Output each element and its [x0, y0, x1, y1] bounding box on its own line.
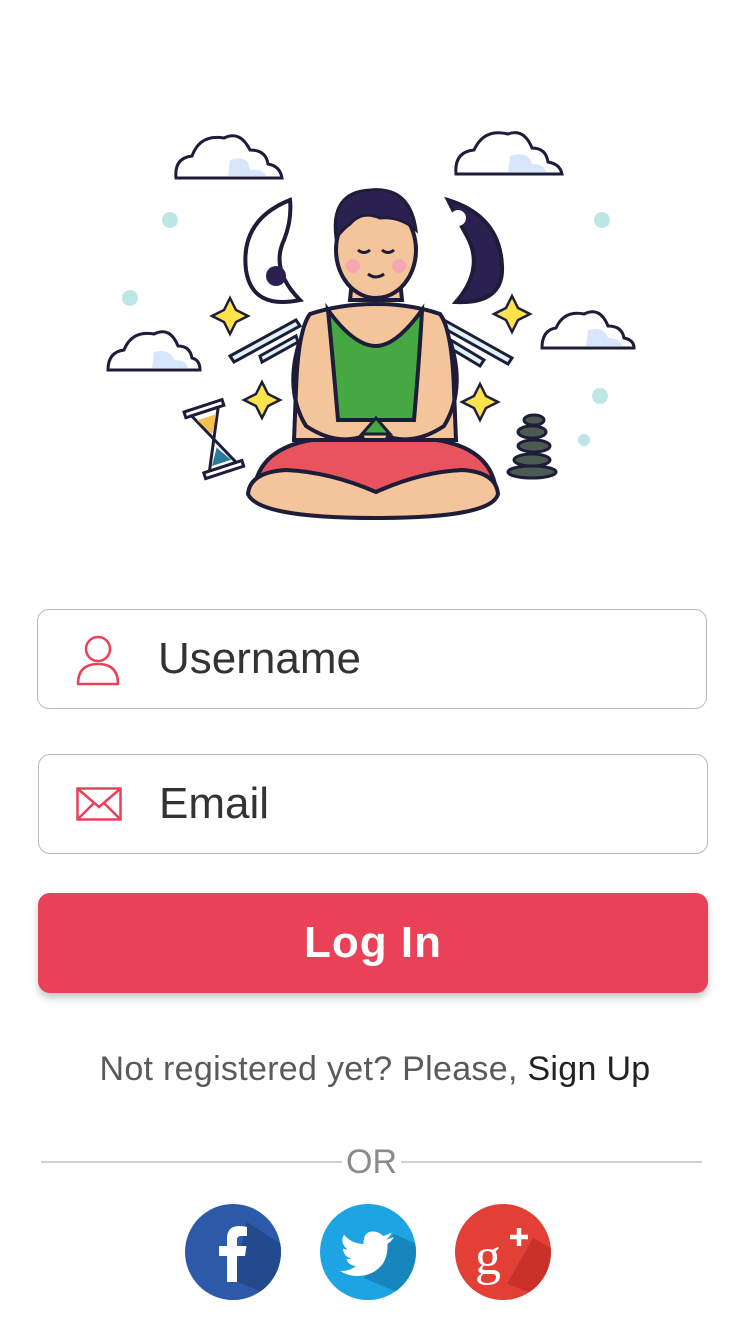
- signup-prompt: Not registered yet? Please, Sign Up: [0, 1050, 750, 1089]
- meditation-illustration: [100, 120, 650, 530]
- user-icon: [38, 610, 158, 708]
- or-divider: OR: [41, 1140, 702, 1184]
- facebook-icon: [219, 1222, 281, 1300]
- twitter-button[interactable]: [320, 1204, 416, 1300]
- divider-line-right: [401, 1161, 702, 1163]
- signup-prompt-text: Not registered yet? Please,: [99, 1050, 528, 1088]
- envelope-icon: [39, 755, 159, 853]
- twitter-icon: [340, 1231, 416, 1300]
- signup-link[interactable]: Sign Up: [527, 1050, 650, 1088]
- svg-text:g: g: [475, 1229, 501, 1286]
- google-plus-icon: g: [475, 1228, 551, 1300]
- facebook-button[interactable]: [185, 1204, 281, 1300]
- divider-line-left: [41, 1161, 342, 1163]
- username-input[interactable]: [158, 610, 678, 708]
- email-input[interactable]: [159, 755, 679, 853]
- email-field[interactable]: [38, 754, 708, 854]
- google-plus-button[interactable]: g: [455, 1204, 551, 1300]
- or-label: OR: [346, 1142, 397, 1181]
- login-button[interactable]: Log In: [38, 893, 708, 993]
- username-field[interactable]: [37, 609, 707, 709]
